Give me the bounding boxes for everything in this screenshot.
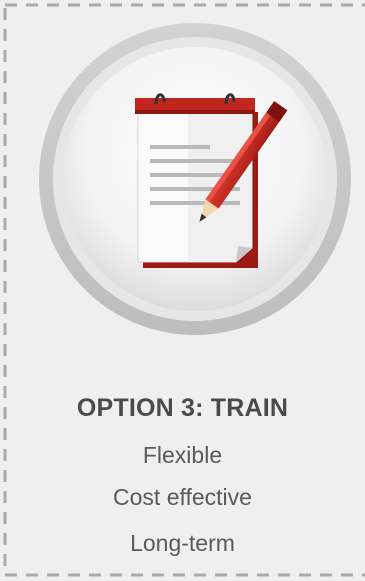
feature-long-term: Long-term <box>130 530 235 556</box>
feature-cost-effective: Cost effective <box>113 484 252 510</box>
feature-flexible: Flexible <box>142 442 223 468</box>
option-title: OPTION 3: TRAIN <box>76 394 289 422</box>
notepad-with-pencil-icon <box>39 23 351 335</box>
option-card: OPTION 3: TRAIN Flexible Cost effective … <box>0 0 365 581</box>
icon-badge <box>38 22 352 336</box>
